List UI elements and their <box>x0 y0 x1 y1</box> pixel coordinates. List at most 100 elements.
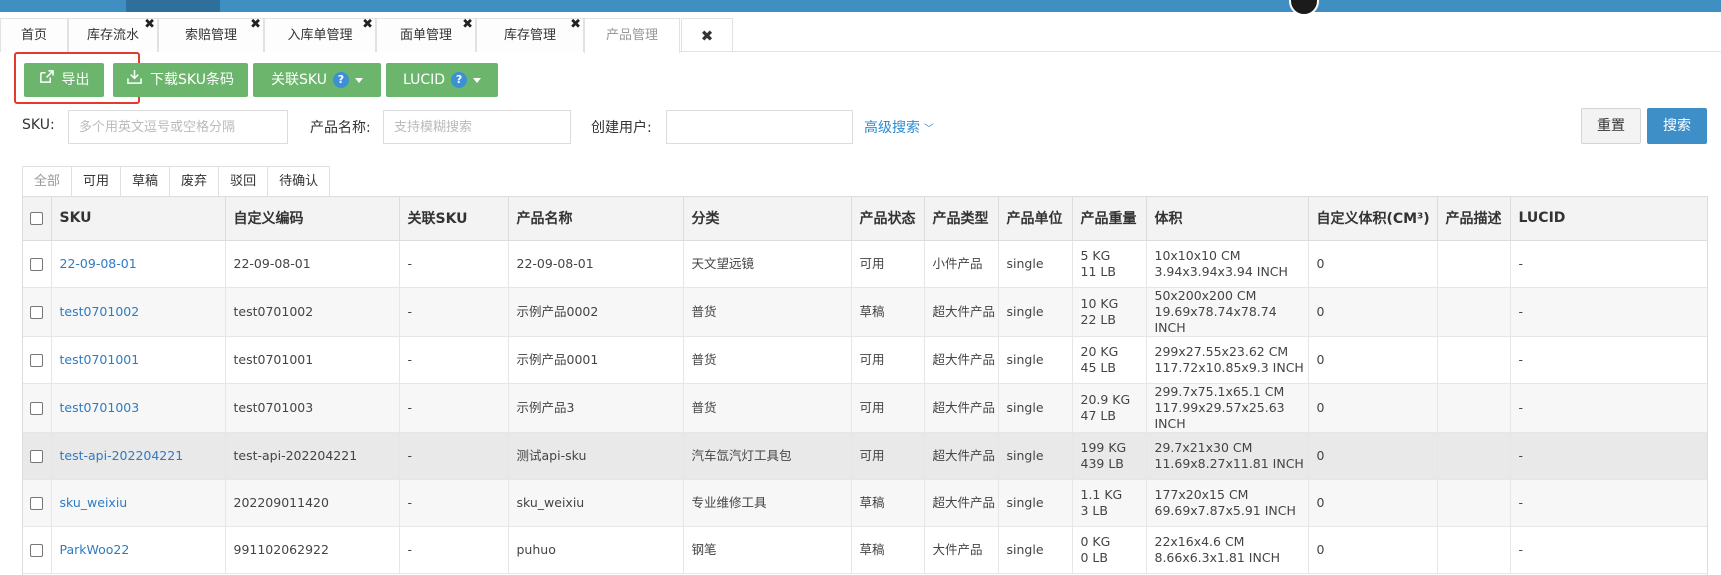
sku-link[interactable]: test-api-202204221 <box>60 448 184 463</box>
sku-filter-input[interactable] <box>68 110 288 144</box>
tab-inventory-flow[interactable]: 库存流水 ✖ <box>68 17 158 52</box>
status-tab-all[interactable]: 全部 <box>22 166 73 197</box>
product-name-cell: 示例产品3 <box>508 383 684 433</box>
status-cell: 草稿 <box>851 526 925 574</box>
custom-code-cell: test0701001 <box>225 336 400 384</box>
user-avatar[interactable] <box>1289 0 1319 16</box>
sku-link[interactable]: 22-09-08-01 <box>60 256 137 271</box>
link-sku-dropdown-button[interactable]: 关联SKU ? <box>253 63 381 97</box>
product-name-cell: 示例产品0002 <box>508 287 684 337</box>
product-name-filter-input[interactable] <box>383 110 571 144</box>
close-icon[interactable]: ✖ <box>144 17 155 33</box>
product-table: SKU 自定义编码 关联SKU 产品名称 分类 产品状态 产品类型 产品单位 产… <box>23 197 1707 574</box>
table-row[interactable]: test0701001 test0701001- 示例产品0001 普货 可用 超大件产品… <box>23 336 1707 384</box>
close-icon[interactable]: ✖ <box>362 17 373 33</box>
column-header-custom-volume[interactable]: 自定义体积(CM³) <box>1308 197 1438 241</box>
sku-link[interactable]: ParkWoo22 <box>60 542 130 557</box>
created-user-filter-input[interactable] <box>666 110 853 144</box>
close-icon[interactable]: ✖ <box>462 17 473 33</box>
column-header-description[interactable]: 产品描述 <box>1437 197 1511 241</box>
table-row[interactable]: ParkWoo22 991102062922- puhuo 钢笔 草稿 大件产品 singl… <box>23 526 1707 574</box>
row-checkbox[interactable] <box>30 449 43 463</box>
weight-kg: 1.1 KG <box>1080 486 1123 502</box>
type-cell: 小件产品 <box>924 240 999 288</box>
top-nav-active-segment[interactable] <box>126 0 220 12</box>
table-row[interactable]: test-api-202204221 test-api-202204221- 测试a… <box>23 432 1707 480</box>
custom-volume-cell: 0 <box>1308 479 1438 527</box>
weight-lb: 47 LB <box>1080 407 1116 423</box>
tab-products[interactable]: 产品管理 <box>584 18 680 53</box>
sku-link[interactable]: test0701003 <box>60 400 140 415</box>
sku-cell: test0701003 <box>51 383 226 433</box>
tab-labels[interactable]: 面单管理 ✖ <box>376 17 476 52</box>
tab-inbound-orders[interactable]: 入库单管理 ✖ <box>264 17 376 52</box>
description-cell <box>1437 479 1511 527</box>
column-header-product-name[interactable]: 产品名称 <box>508 197 684 241</box>
help-icon[interactable]: ? <box>332 72 349 88</box>
column-header-unit[interactable]: 产品单位 <box>998 197 1073 241</box>
volume-inch: 117.72x10.85x9.3 INCH <box>1154 359 1304 375</box>
status-tab-discarded[interactable]: 废弃 <box>170 166 220 197</box>
status-tab-pending[interactable]: 待确认 <box>268 166 331 197</box>
row-checkbox[interactable] <box>30 496 43 510</box>
advanced-search-label: 高级搜索 <box>864 120 920 136</box>
caret-down-icon <box>473 77 482 83</box>
row-checkbox[interactable] <box>30 543 43 557</box>
table-row[interactable]: test0701002 test0701002- 示例产品0002 普货 草稿 超大件产品… <box>23 287 1707 337</box>
column-header-custom-code[interactable]: 自定义编码 <box>225 197 400 241</box>
sku-link[interactable]: test0701002 <box>60 304 140 319</box>
linked-sku-cell: - <box>399 432 509 480</box>
row-checkbox[interactable] <box>30 257 43 271</box>
column-header-status[interactable]: 产品状态 <box>851 197 925 241</box>
column-header-lucid[interactable]: LUCID <box>1510 197 1707 241</box>
row-checkbox[interactable] <box>30 353 43 367</box>
download-icon <box>127 63 142 97</box>
sku-link[interactable]: sku_weixiu <box>60 495 128 510</box>
table-row[interactable]: 22-09-08-01 22-09-08-01-22-09-08-01 天文望远镜可… <box>23 240 1707 288</box>
status-tab-rejected[interactable]: 驳回 <box>219 166 269 197</box>
linked-sku-cell: - <box>399 526 509 574</box>
sku-link[interactable]: test0701001 <box>60 352 140 367</box>
weight-kg: 10 KG <box>1080 295 1119 311</box>
volume-cell: 10x10x10 CM 3.94x3.94x3.94 INCH <box>1146 240 1309 288</box>
close-all-tabs-button[interactable]: ✖ <box>681 18 733 52</box>
row-checkbox[interactable] <box>30 305 43 319</box>
table-row[interactable]: sku_weixiu 202209011420- sku_weixiu 专业维修工具草… <box>23 479 1707 527</box>
column-header-type[interactable]: 产品类型 <box>924 197 999 241</box>
type-cell: 超大件产品 <box>924 479 999 527</box>
column-header-volume[interactable]: 体积 <box>1146 197 1309 241</box>
column-header-category[interactable]: 分类 <box>683 197 852 241</box>
table-header-row: SKU 自定义编码 关联SKU 产品名称 分类 产品状态 产品类型 产品单位 产… <box>23 197 1707 241</box>
status-tab-draft[interactable]: 草稿 <box>121 166 171 197</box>
table-row[interactable]: test0701003 test0701003- 示例产品3 普货 可用 超大件产品 sin… <box>23 383 1707 433</box>
volume-cm: 177x20x15 CM <box>1154 486 1249 502</box>
column-header-weight[interactable]: 产品重量 <box>1072 197 1147 241</box>
custom-code-cell: 202209011420 <box>225 479 400 527</box>
product-name-cell: 测试api-sku <box>508 432 684 480</box>
weight-cell: 0 KG 0 LB <box>1072 526 1147 574</box>
row-checkbox[interactable] <box>30 401 43 415</box>
download-sku-barcode-button[interactable]: 下载SKU条码 <box>113 63 248 97</box>
category-cell: 汽车氙汽灯工具包 <box>683 432 852 480</box>
sku-filter-label: SKU: <box>22 117 55 133</box>
search-button[interactable]: 搜索 <box>1647 108 1707 144</box>
select-all-checkbox[interactable] <box>30 211 43 225</box>
column-header-sku[interactable]: SKU <box>51 197 226 241</box>
help-icon[interactable]: ? <box>451 72 468 88</box>
status-tab-available[interactable]: 可用 <box>72 166 122 197</box>
linked-sku-cell: - <box>399 479 509 527</box>
close-icon[interactable]: ✖ <box>250 17 261 33</box>
lucid-dropdown-button[interactable]: LUCID ? <box>386 63 498 97</box>
column-header-linked-sku[interactable]: 关联SKU <box>399 197 509 241</box>
category-cell: 普货 <box>683 383 852 433</box>
tab-label: 首页 <box>20 28 47 43</box>
sku-cell: ParkWoo22 <box>51 526 226 574</box>
tab-inventory[interactable]: 库存管理 ✖ <box>476 17 584 52</box>
tab-home[interactable]: 首页 <box>0 18 68 52</box>
close-icon[interactable]: ✖ <box>570 17 581 33</box>
tab-claims[interactable]: 索赔管理 ✖ <box>158 17 264 52</box>
advanced-search-link[interactable]: 高级搜索 ﹀ <box>864 117 934 137</box>
tab-label: 面单管理 <box>399 28 452 43</box>
custom-code-cell: 991102062922 <box>225 526 400 574</box>
reset-button[interactable]: 重置 <box>1581 108 1641 144</box>
